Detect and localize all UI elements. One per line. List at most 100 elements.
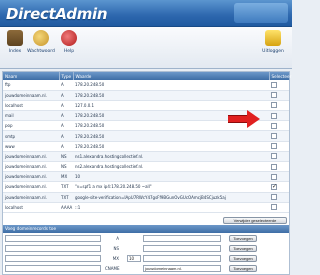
record-select-cell [269, 192, 289, 203]
record-select-checkbox[interactable] [271, 163, 277, 170]
record-value: "v=spf1 a mx ip4:178.20.248.50 ~all" [73, 181, 269, 193]
record-type-label: MX [112, 256, 119, 261]
password-label: Wachtwoord [27, 49, 55, 54]
record-type: TXT [59, 181, 73, 193]
a-name-input[interactable] [5, 235, 101, 242]
record-name: pop [3, 120, 59, 132]
logout-button[interactable]: Uitloggen [258, 30, 288, 54]
record-select-cell [269, 130, 289, 142]
records-table: Naam Type Waarde Selecteer ftp A 178.20.24… [3, 72, 291, 213]
table-row: ftp A 178.20.248.50 [3, 80, 289, 91]
column-header-select: Selecteer [269, 72, 291, 80]
cname-name-input[interactable] [5, 265, 101, 272]
add-row-mx: MX 10 Toevoegen [3, 254, 289, 263]
record-type-label: NS [113, 246, 119, 251]
record-name: jouwdomeinnaam.nl. [3, 90, 59, 101]
column-header-name: Naam [3, 72, 60, 80]
record-value: google-site-verification=IApU7RWcY47gsFf… [73, 192, 269, 203]
record-type-label: CNAME [105, 266, 120, 271]
mx-name-input[interactable] [5, 255, 101, 262]
record-select-checkbox[interactable] [271, 194, 277, 201]
record-select-checkbox[interactable] [271, 102, 277, 109]
record-value: 127.0.0.1 [73, 100, 269, 112]
record-value: 178.20.248.50 [73, 141, 269, 152]
table-row: jouwdomeinnaam.nl. A 178.20.248.50 [3, 90, 289, 101]
record-select-checkbox[interactable] [271, 153, 277, 160]
record-type: A [59, 90, 73, 101]
cname-value-input[interactable] [143, 265, 221, 272]
key-icon [33, 30, 49, 46]
table-row: localhost AAAA::1 [3, 202, 289, 213]
add-mx-button[interactable]: Toevoegen [229, 255, 257, 262]
add-records-header: Voeg domeinrecords toe [3, 225, 289, 233]
record-name: jouwdomeinnaam.nl. [3, 181, 59, 193]
ns-value-input[interactable] [143, 245, 221, 252]
record-value: 178.20.248.50 [73, 80, 269, 91]
record-select-cell [269, 110, 289, 122]
column-header-type: Type [59, 72, 74, 80]
record-select-checkbox[interactable] [271, 92, 277, 99]
icon-toolbar: Index Wachtwoord Help Uitloggen [0, 27, 292, 69]
table-row: smtp A 178.20.248.50 [3, 130, 289, 142]
mx-priority-select[interactable]: 10 [127, 255, 141, 262]
add-row-a: A Toevoegen [3, 234, 289, 243]
record-type: A [59, 141, 73, 152]
help-button[interactable]: Help [54, 30, 84, 54]
record-select-cell [269, 90, 289, 101]
record-select-cell [269, 100, 289, 112]
record-value: 10 [73, 171, 269, 183]
home-icon [7, 30, 23, 46]
record-name: localhost [3, 202, 59, 213]
record-name: jouwdomeinnaam.nl. [3, 151, 59, 163]
column-header-value: Waarde [73, 72, 270, 80]
table-row: jouwdomeinnaam.nl. NS ns1.alexandra.hostin… [3, 151, 289, 163]
ns-name-input[interactable] [5, 245, 101, 252]
table-row: jouwdomeinnaam.nl. TXT google-site-verific… [3, 192, 289, 203]
help-icon [61, 30, 77, 46]
record-select-checkbox[interactable] [271, 122, 277, 129]
record-value: 178.20.248.50 [73, 130, 269, 142]
record-select-checkbox[interactable] [271, 183, 277, 190]
add-cname-button[interactable]: Toevoegen [229, 265, 257, 272]
record-name: mail [3, 110, 59, 122]
logout-label: Uitloggen [262, 49, 284, 54]
record-name: localhost [3, 100, 59, 112]
a-value-input[interactable] [143, 235, 221, 242]
record-type: TXT [59, 192, 73, 203]
record-value: ns1.alexandra.hostingcollectief.nl. [73, 151, 269, 163]
add-a-button[interactable]: Toevoegen [229, 235, 257, 242]
record-select-cell [269, 202, 289, 213]
record-type: A [59, 110, 73, 122]
record-type: A [59, 120, 73, 132]
record-select-checkbox[interactable] [271, 112, 277, 119]
add-row-cname: CNAME Toevoegen [3, 264, 289, 273]
record-select-cell [269, 151, 289, 163]
record-type: A [59, 130, 73, 142]
help-label: Help [63, 49, 75, 54]
record-name: jouwdomeinnaam.nl. [3, 192, 59, 203]
record-type: A [59, 100, 73, 112]
record-select-cell [269, 120, 289, 132]
record-type: MX [59, 171, 73, 183]
mx-value-input[interactable] [143, 255, 221, 262]
header-decoration [234, 3, 288, 23]
password-button[interactable]: Wachtwoord [26, 30, 56, 54]
table-row: jouwdomeinnaam.nl. TXT "v=spf1 a mx ip4:17… [3, 181, 289, 193]
record-select-checkbox[interactable] [271, 204, 277, 211]
record-value: ::1 [73, 202, 269, 213]
delete-selected-button[interactable]: Verwijder geselecteerde [223, 217, 287, 224]
app-logo: DirectAdmin [6, 5, 108, 23]
add-ns-button[interactable]: Toevoegen [229, 245, 257, 252]
add-row-ns: NS Toevoegen [3, 244, 289, 253]
record-select-checkbox[interactable] [271, 81, 277, 88]
record-select-checkbox[interactable] [271, 133, 277, 140]
record-value: ns2.alexandra.hostingcollectief.nl. [73, 161, 269, 173]
table-row: jouwdomeinnaam.nl. MX 10 [3, 171, 289, 183]
record-select-checkbox[interactable] [271, 143, 277, 150]
top-header: DirectAdmin [0, 0, 292, 27]
record-select-checkbox[interactable] [271, 173, 277, 180]
logout-icon [265, 30, 281, 46]
table-row: www A 178.20.248.50 [3, 141, 289, 152]
record-name: ftp [3, 80, 59, 91]
record-type: A [59, 80, 73, 91]
